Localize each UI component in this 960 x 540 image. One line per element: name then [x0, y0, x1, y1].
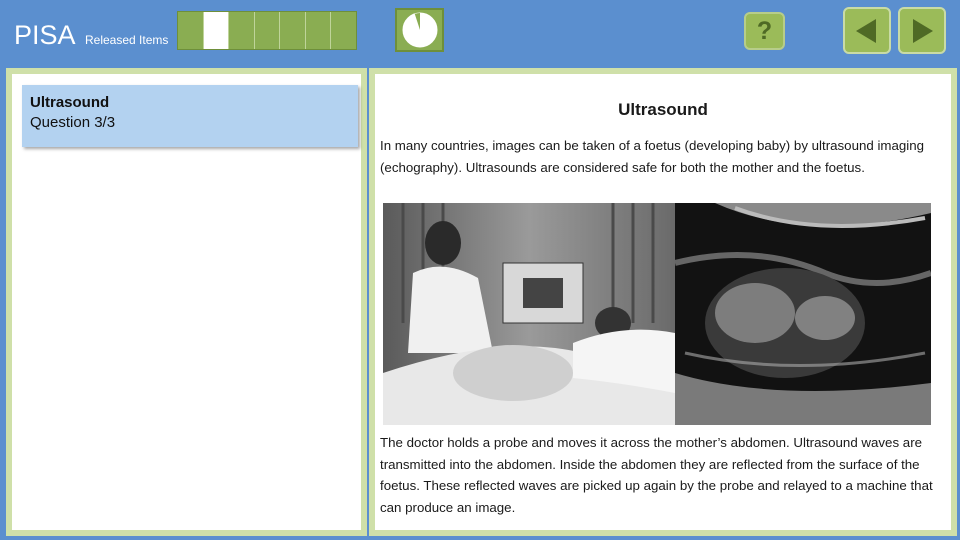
top-bar: PISA Released Items ? [0, 0, 960, 62]
triangle-left-icon [856, 18, 876, 43]
next-button[interactable] [898, 7, 946, 54]
stimulus-title: Ultrasound [618, 100, 708, 119]
previous-button[interactable] [843, 7, 891, 54]
progress-segment [229, 12, 255, 49]
help-button[interactable]: ? [744, 12, 785, 50]
stimulus-paragraph-explanation: The doctor holds a probe and moves it ac… [380, 435, 933, 515]
app-subtitle: Released Items [84, 33, 169, 47]
question-list: Ultrasound Question 3/3 [12, 74, 361, 530]
app-title: PISA [14, 20, 76, 50]
progress-segment [331, 12, 357, 49]
timer-clock-icon [402, 12, 437, 48]
triangle-right-icon [913, 18, 933, 43]
help-icon: ? [756, 16, 773, 45]
progress-segment [203, 12, 230, 49]
question-item-subtitle: Question 3/3 [30, 114, 116, 131]
question-item-title: Ultrasound [30, 94, 110, 111]
progress-segment [305, 12, 332, 49]
ultrasound-scan-image [675, 203, 931, 425]
stimulus-panel: Ultrasound In many countries, images can… [369, 68, 957, 536]
stimulus-paragraph-intro: In many countries, images can be taken o… [380, 138, 925, 175]
ultrasound-exam-photo [383, 203, 675, 425]
progress-segment [254, 12, 281, 49]
progress-bar [177, 11, 357, 50]
brand: PISA Released Items [14, 20, 168, 51]
question-navigation-panel: Ultrasound Question 3/3 [6, 68, 367, 536]
stimulus-content: Ultrasound In many countries, images can… [375, 74, 951, 530]
question-item-ultrasound[interactable]: Ultrasound Question 3/3 [22, 85, 358, 147]
progress-segment [178, 12, 204, 49]
timer [395, 8, 444, 52]
progress-segment [280, 12, 306, 49]
